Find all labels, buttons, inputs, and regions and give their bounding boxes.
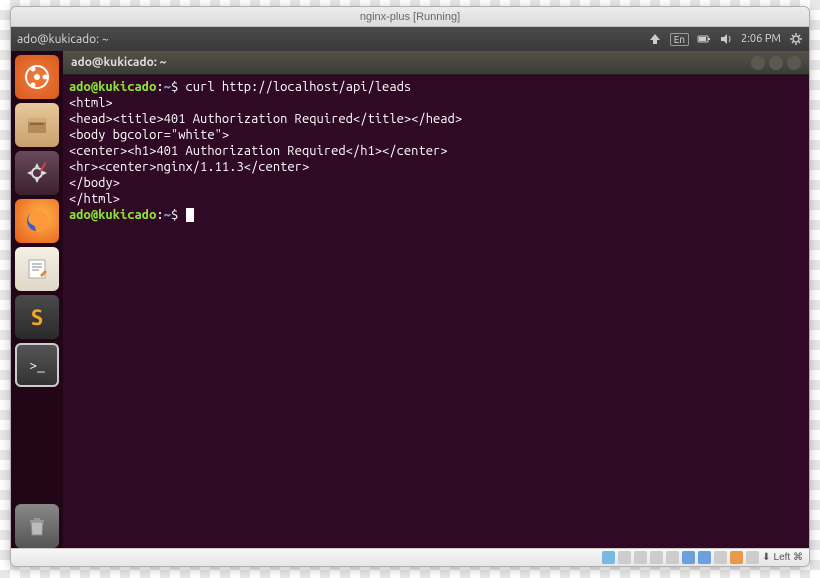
launcher-terminal[interactable]: >_ — [15, 343, 59, 387]
sb-icon[interactable] — [634, 551, 647, 564]
top-panel: ado@kukicado: ~ En 2:06 PM — [11, 27, 809, 51]
battery-icon[interactable] — [697, 32, 711, 46]
ubuntu-desktop: ado@kukicado: ~ En 2:06 PM — [11, 27, 809, 548]
output-line: <hr><center>nginx/1.11.3</center> — [69, 160, 309, 174]
terminal-title-text: ado@kukicado: ~ — [71, 56, 166, 69]
clock[interactable]: 2:06 PM — [741, 33, 781, 45]
host-key-text: Left ⌘ — [774, 552, 803, 563]
launcher-dash[interactable] — [15, 55, 59, 99]
gear-icon[interactable] — [789, 32, 803, 46]
sb-icon[interactable] — [618, 551, 631, 564]
cursor — [186, 208, 194, 222]
terminal-glyph: >_ — [29, 357, 45, 373]
output-line: <html> — [69, 96, 113, 110]
sublime-glyph: S — [31, 305, 43, 330]
panel-indicators: En 2:06 PM — [648, 32, 803, 46]
prompt-user: ado@kukicado — [69, 208, 156, 222]
terminal-body[interactable]: ado@kukicado:~$ curl http://localhost/ap… — [63, 75, 809, 227]
sb-icon[interactable] — [666, 551, 679, 564]
launcher-firefox[interactable] — [15, 199, 59, 243]
mac-titlebar: nginx-plus [Running] — [11, 7, 809, 27]
sb-icon[interactable] — [746, 551, 759, 564]
minimize-button[interactable] — [751, 56, 765, 70]
sb-icon[interactable] — [730, 551, 743, 564]
sb-icon[interactable] — [682, 551, 695, 564]
output-line: </body> — [69, 176, 120, 190]
command-text: curl http://localhost/api/leads — [186, 80, 412, 94]
launcher-settings[interactable] — [15, 151, 59, 195]
terminal-titlebar: ado@kukicado: ~ — [63, 51, 809, 75]
output-line: <center><h1>401 Authorization Required</… — [69, 144, 448, 158]
output-line: </html> — [69, 192, 120, 206]
language-indicator[interactable]: En — [670, 33, 689, 46]
close-button[interactable] — [787, 56, 801, 70]
mac-title-text: nginx-plus [Running] — [360, 11, 460, 23]
maximize-button[interactable] — [769, 56, 783, 70]
prompt-path: ~ — [164, 208, 171, 222]
prompt-colon: : — [156, 80, 163, 94]
launcher-text-editor[interactable] — [15, 247, 59, 291]
volume-icon[interactable] — [719, 32, 733, 46]
panel-window-title: ado@kukicado: ~ — [17, 33, 648, 46]
sb-icon[interactable] — [650, 551, 663, 564]
sb-icon[interactable] — [698, 551, 711, 564]
vm-statusbar: ⬇ Left ⌘ — [11, 548, 809, 566]
vm-window: nginx-plus [Running] ado@kukicado: ~ En … — [10, 6, 810, 567]
prompt-path: ~ — [164, 80, 171, 94]
prompt-symbol: $ — [171, 80, 178, 94]
output-line: <body bgcolor="white"> — [69, 128, 229, 142]
launcher-trash[interactable] — [15, 504, 59, 548]
output-line: <head><title>401 Authorization Required<… — [69, 112, 462, 126]
launcher: S >_ — [11, 51, 63, 548]
prompt-user: ado@kukicado — [69, 80, 156, 94]
sb-icon[interactable] — [714, 551, 727, 564]
terminal-window[interactable]: ado@kukicado: ~ ado@kukicado:~$ curl htt… — [63, 51, 809, 548]
network-icon[interactable] — [648, 32, 662, 46]
sb-icon[interactable] — [602, 551, 615, 564]
prompt-symbol: $ — [171, 208, 178, 222]
launcher-sublime[interactable]: S — [15, 295, 59, 339]
launcher-files[interactable] — [15, 103, 59, 147]
host-key-label: ⬇ — [762, 552, 770, 563]
